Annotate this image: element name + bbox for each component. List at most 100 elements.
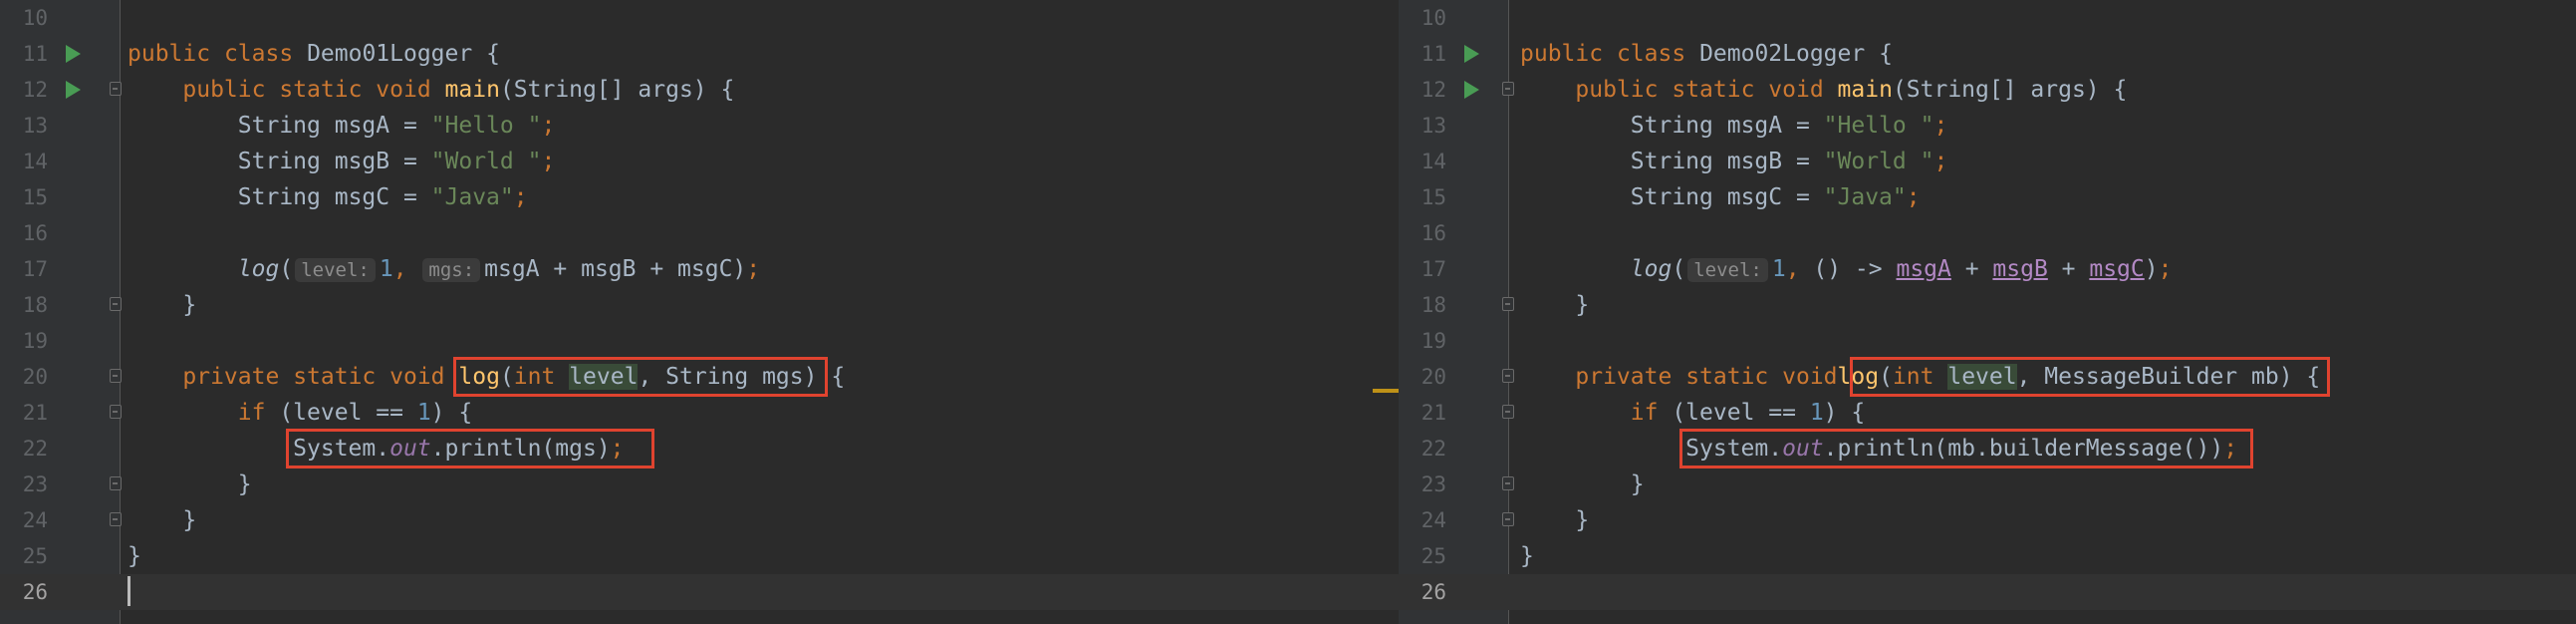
line-number: 21: [1420, 401, 1446, 425]
line-number: 11: [1420, 42, 1446, 66]
line-number: 15: [22, 185, 48, 209]
string-literal: "Java": [1823, 184, 1907, 210]
error-stripe-marker[interactable]: [1373, 389, 1399, 393]
method-call: log: [1630, 256, 1673, 282]
line-number: 22: [22, 437, 48, 461]
code-line-17[interactable]: 17 log(level: 1, () -> msgA + msgB + msgC…: [1399, 251, 2576, 287]
code-line-18[interactable]: 18 }: [0, 287, 1399, 323]
code-text: if (level == 1) {: [128, 395, 472, 431]
fold-icon[interactable]: [1502, 405, 1514, 419]
token: void: [1782, 364, 1838, 390]
code-line-15[interactable]: 15 String msgC = "Java";: [1399, 179, 2576, 215]
token: ) {: [1823, 400, 1866, 426]
fold-icon[interactable]: [1502, 476, 1514, 490]
token: msgC =: [334, 184, 431, 210]
token: if: [1630, 400, 1659, 426]
code-line-26[interactable]: 26: [0, 574, 1399, 610]
code-line-10[interactable]: 10: [0, 0, 1399, 36]
fold-icon[interactable]: [1502, 512, 1514, 526]
code-line-13[interactable]: 13 String msgA = "Hello ";: [1399, 108, 2576, 144]
code-line-23[interactable]: 23 }: [0, 467, 1399, 502]
editor-pane-demo01[interactable]: 10 11 public class Demo01Logger { 12 pub…: [0, 0, 1399, 624]
code-line-11[interactable]: 11 public class Demo02Logger {: [1399, 36, 2576, 72]
param-hint-level: level:: [1687, 258, 1768, 282]
code-line-24[interactable]: 24 }: [1399, 502, 2576, 538]
code-line-26[interactable]: 26: [1399, 574, 2576, 610]
fold-icon[interactable]: [110, 297, 122, 311]
token: ;: [541, 113, 556, 139]
token: ,: [392, 256, 407, 282]
token: public: [1520, 41, 1604, 67]
line-number: 25: [1420, 544, 1446, 568]
fold-icon[interactable]: [1502, 369, 1514, 383]
token: String: [1630, 184, 1713, 210]
fold-icon[interactable]: [110, 405, 122, 419]
code-line-16[interactable]: 16: [1399, 215, 2576, 251]
code-line-12[interactable]: 12 public static void main(String[] args…: [1399, 72, 2576, 108]
token: }: [1575, 507, 1590, 533]
editor-pane-demo02[interactable]: 10 11 public class Demo02Logger { 12 pub…: [1399, 0, 2576, 624]
token: private: [182, 364, 280, 390]
code-line-25[interactable]: 25 }: [1399, 538, 2576, 574]
token: ;: [513, 184, 528, 210]
highlight-box-println: [1679, 429, 2253, 468]
code-text: }: [128, 287, 196, 323]
code-text: if (level == 1) {: [1520, 395, 1865, 431]
code-line-25[interactable]: 25 }: [0, 538, 1399, 574]
token: void: [389, 364, 445, 390]
token: {: [1865, 41, 1893, 67]
line-number: 13: [22, 114, 48, 138]
line-number: 26: [1420, 580, 1446, 604]
fold-icon[interactable]: [110, 369, 122, 383]
token: ;: [746, 256, 761, 282]
fold-icon[interactable]: [1502, 82, 1514, 96]
fold-icon[interactable]: [110, 82, 122, 96]
token: static: [293, 364, 377, 390]
code-line-21[interactable]: 21 if (level == 1) {: [0, 395, 1399, 431]
line-number: 14: [22, 150, 48, 173]
code-text: log(level: 1, mgs: msgA + msgB + msgC);: [128, 251, 760, 288]
code-line-24[interactable]: 24 }: [0, 502, 1399, 538]
method-name: main: [444, 77, 500, 103]
code-line-16[interactable]: 16: [0, 215, 1399, 251]
code-line-22[interactable]: 22 System.out.println(mgs);: [0, 431, 1399, 467]
token: static: [1685, 364, 1769, 390]
code-line-12[interactable]: 12 public static void main(String[] args…: [0, 72, 1399, 108]
token: +: [1950, 256, 1993, 282]
code-line-19[interactable]: 19: [1399, 323, 2576, 359]
token: String: [237, 149, 321, 174]
code-line-23[interactable]: 23 }: [1399, 467, 2576, 502]
run-icon[interactable]: [1464, 81, 1479, 99]
code-line-10[interactable]: 10: [1399, 0, 2576, 36]
code-line-21[interactable]: 21 if (level == 1) {: [1399, 395, 2576, 431]
fold-icon[interactable]: [1502, 297, 1514, 311]
fold-icon[interactable]: [110, 476, 122, 490]
code-text: public static void main(String[] args) {: [128, 72, 734, 108]
code-line-13[interactable]: 13 String msgA = "Hello ";: [0, 108, 1399, 144]
number-literal: 1: [379, 256, 393, 282]
code-line-17[interactable]: 17 log(level: 1, mgs: msgA + msgB + msgC);: [0, 251, 1399, 287]
run-icon[interactable]: [66, 81, 81, 99]
code-line-14[interactable]: 14 String msgB = "World ";: [0, 144, 1399, 179]
code-line-11[interactable]: 11 public class Demo01Logger {: [0, 36, 1399, 72]
code-line-14[interactable]: 14 String msgB = "World ";: [1399, 144, 2576, 179]
run-icon[interactable]: [1464, 45, 1479, 63]
method-name: main: [1837, 77, 1893, 103]
token: }: [1630, 471, 1645, 497]
token: }: [1520, 543, 1534, 569]
code-line-19[interactable]: 19: [0, 323, 1399, 359]
token: ;: [541, 149, 556, 174]
run-icon[interactable]: [66, 45, 81, 63]
token: msgA =: [1726, 113, 1824, 139]
captured-var-msgC: msgC: [2089, 256, 2145, 282]
code-line-15[interactable]: 15 String msgC = "Java";: [0, 179, 1399, 215]
code-text: }: [128, 502, 196, 538]
fold-icon[interactable]: [110, 512, 122, 526]
line-number: 20: [1420, 365, 1446, 389]
code-line-18[interactable]: 18 }: [1399, 287, 2576, 323]
code-text: public class Demo02Logger {: [1520, 36, 1893, 72]
token: (String[] args) {: [1892, 77, 2128, 103]
token: class: [1616, 41, 1686, 67]
token: void: [376, 77, 431, 103]
token: +: [2047, 256, 2090, 282]
